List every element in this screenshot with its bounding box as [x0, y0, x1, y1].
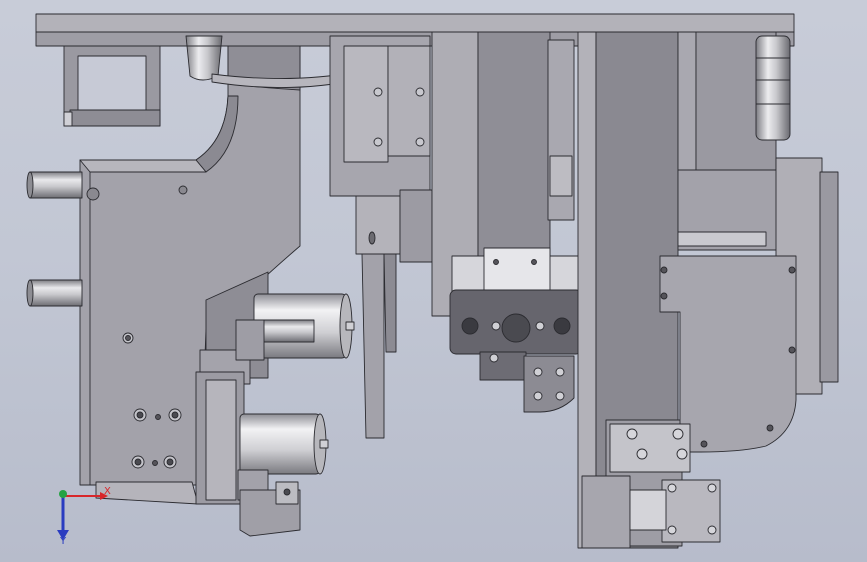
cad-viewport[interactable]: X Y: [0, 0, 867, 562]
left-top-bracket: [63, 45, 161, 127]
center-left-slide: [329, 35, 433, 439]
adjustment-knob: [755, 35, 791, 141]
right-mounting-plate: [659, 255, 797, 453]
triad-y-label: Y: [59, 536, 67, 547]
cad-model-drawing: X Y: [26, 13, 839, 549]
frame-bottom-lip: [95, 481, 199, 505]
left-guide-rods: [26, 171, 83, 307]
lower-left-motor-assembly: [195, 371, 329, 537]
triad-x-label: X: [104, 486, 111, 497]
triad-origin: [59, 490, 67, 498]
center-gripper-assembly: [449, 247, 583, 413]
coordinate-triad: X Y: [57, 486, 111, 547]
